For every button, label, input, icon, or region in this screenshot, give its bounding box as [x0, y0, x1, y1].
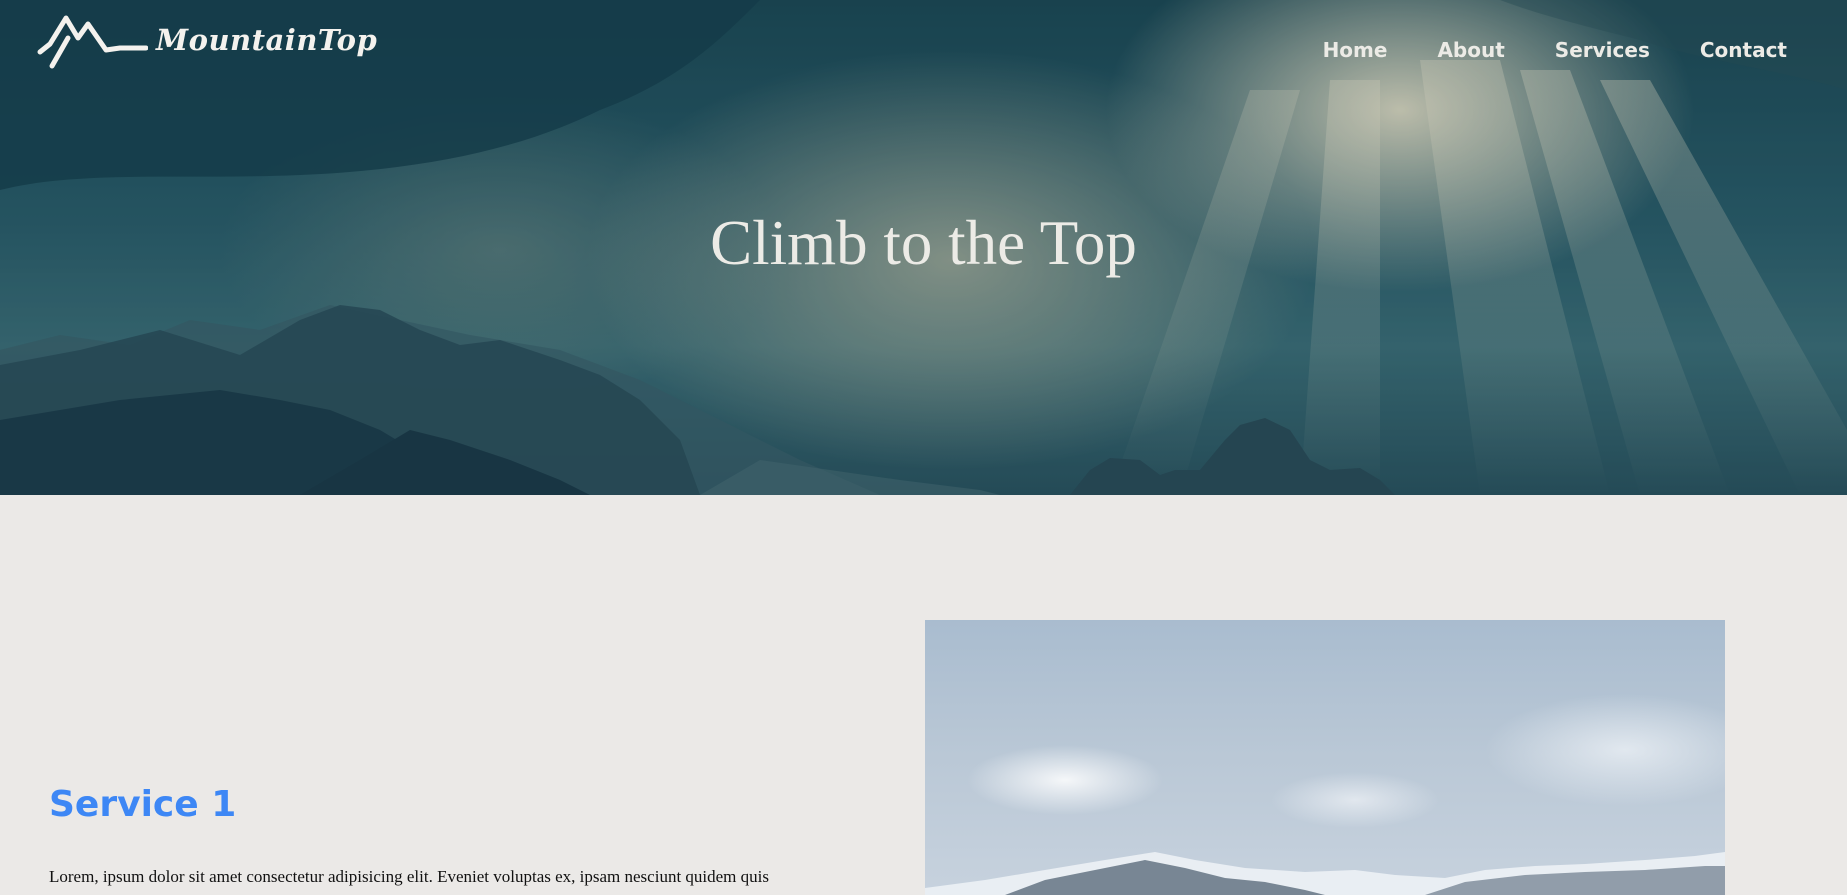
nav-link-services[interactable]: Services — [1555, 38, 1650, 62]
nav-link-home[interactable]: Home — [1323, 38, 1388, 62]
main-nav: Home About Services Contact — [1323, 38, 1787, 62]
service-image — [925, 620, 1725, 895]
brand-name: MountainTop — [156, 23, 378, 57]
hero-title: Climb to the Top — [710, 208, 1137, 278]
mountain-logo-icon — [37, 15, 148, 69]
hero-banner: MountainTop Home About Services Contact … — [0, 0, 1847, 495]
service-description: Lorem, ipsum dolor sit amet consectetur … — [49, 867, 769, 886]
nav-link-about[interactable]: About — [1437, 38, 1504, 62]
nav-link-contact[interactable]: Contact — [1700, 38, 1787, 62]
snowy-mountain-image — [925, 852, 1725, 895]
service-heading: Service 1 — [49, 784, 237, 825]
brand-logo[interactable]: MountainTop — [36, 8, 377, 72]
